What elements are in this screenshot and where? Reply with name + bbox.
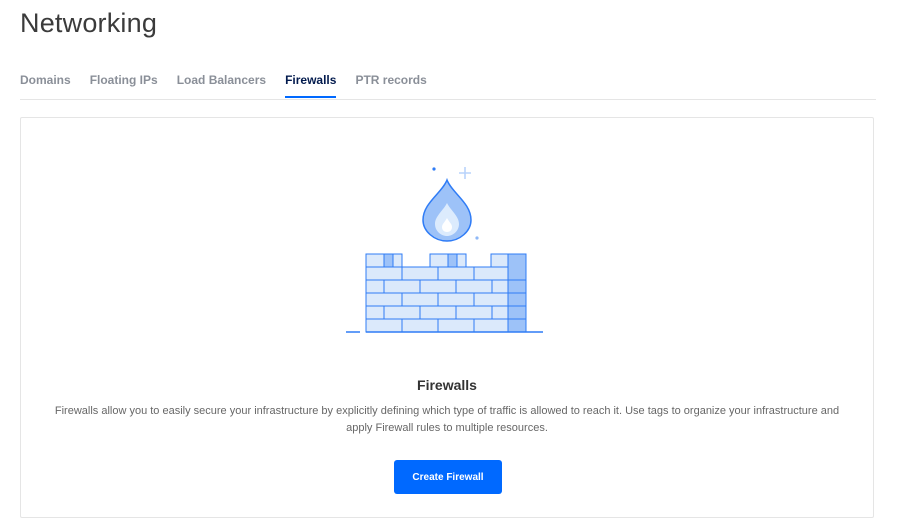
- tab-firewalls[interactable]: Firewalls: [285, 71, 337, 98]
- tab-domains[interactable]: Domains: [20, 71, 71, 98]
- create-firewall-button[interactable]: Create Firewall: [394, 460, 502, 494]
- firewalls-empty-state: Firewalls Firewalls allow you to easily …: [20, 117, 874, 518]
- networking-tabs: Domains Floating IPs Load Balancers Fire…: [20, 71, 876, 100]
- tab-floating-ips[interactable]: Floating IPs: [90, 71, 158, 98]
- networking-page: Networking Domains Floating IPs Load Bal…: [0, 0, 900, 525]
- page-title: Networking: [20, 8, 158, 38]
- tab-load-balancers[interactable]: Load Balancers: [177, 71, 266, 98]
- firewall-illustration-icon: [346, 163, 546, 338]
- empty-state-description: Firewalls allow you to easily secure you…: [54, 405, 840, 434]
- empty-state-title: Firewalls: [417, 377, 477, 393]
- tab-ptr-records[interactable]: PTR records: [355, 71, 426, 98]
